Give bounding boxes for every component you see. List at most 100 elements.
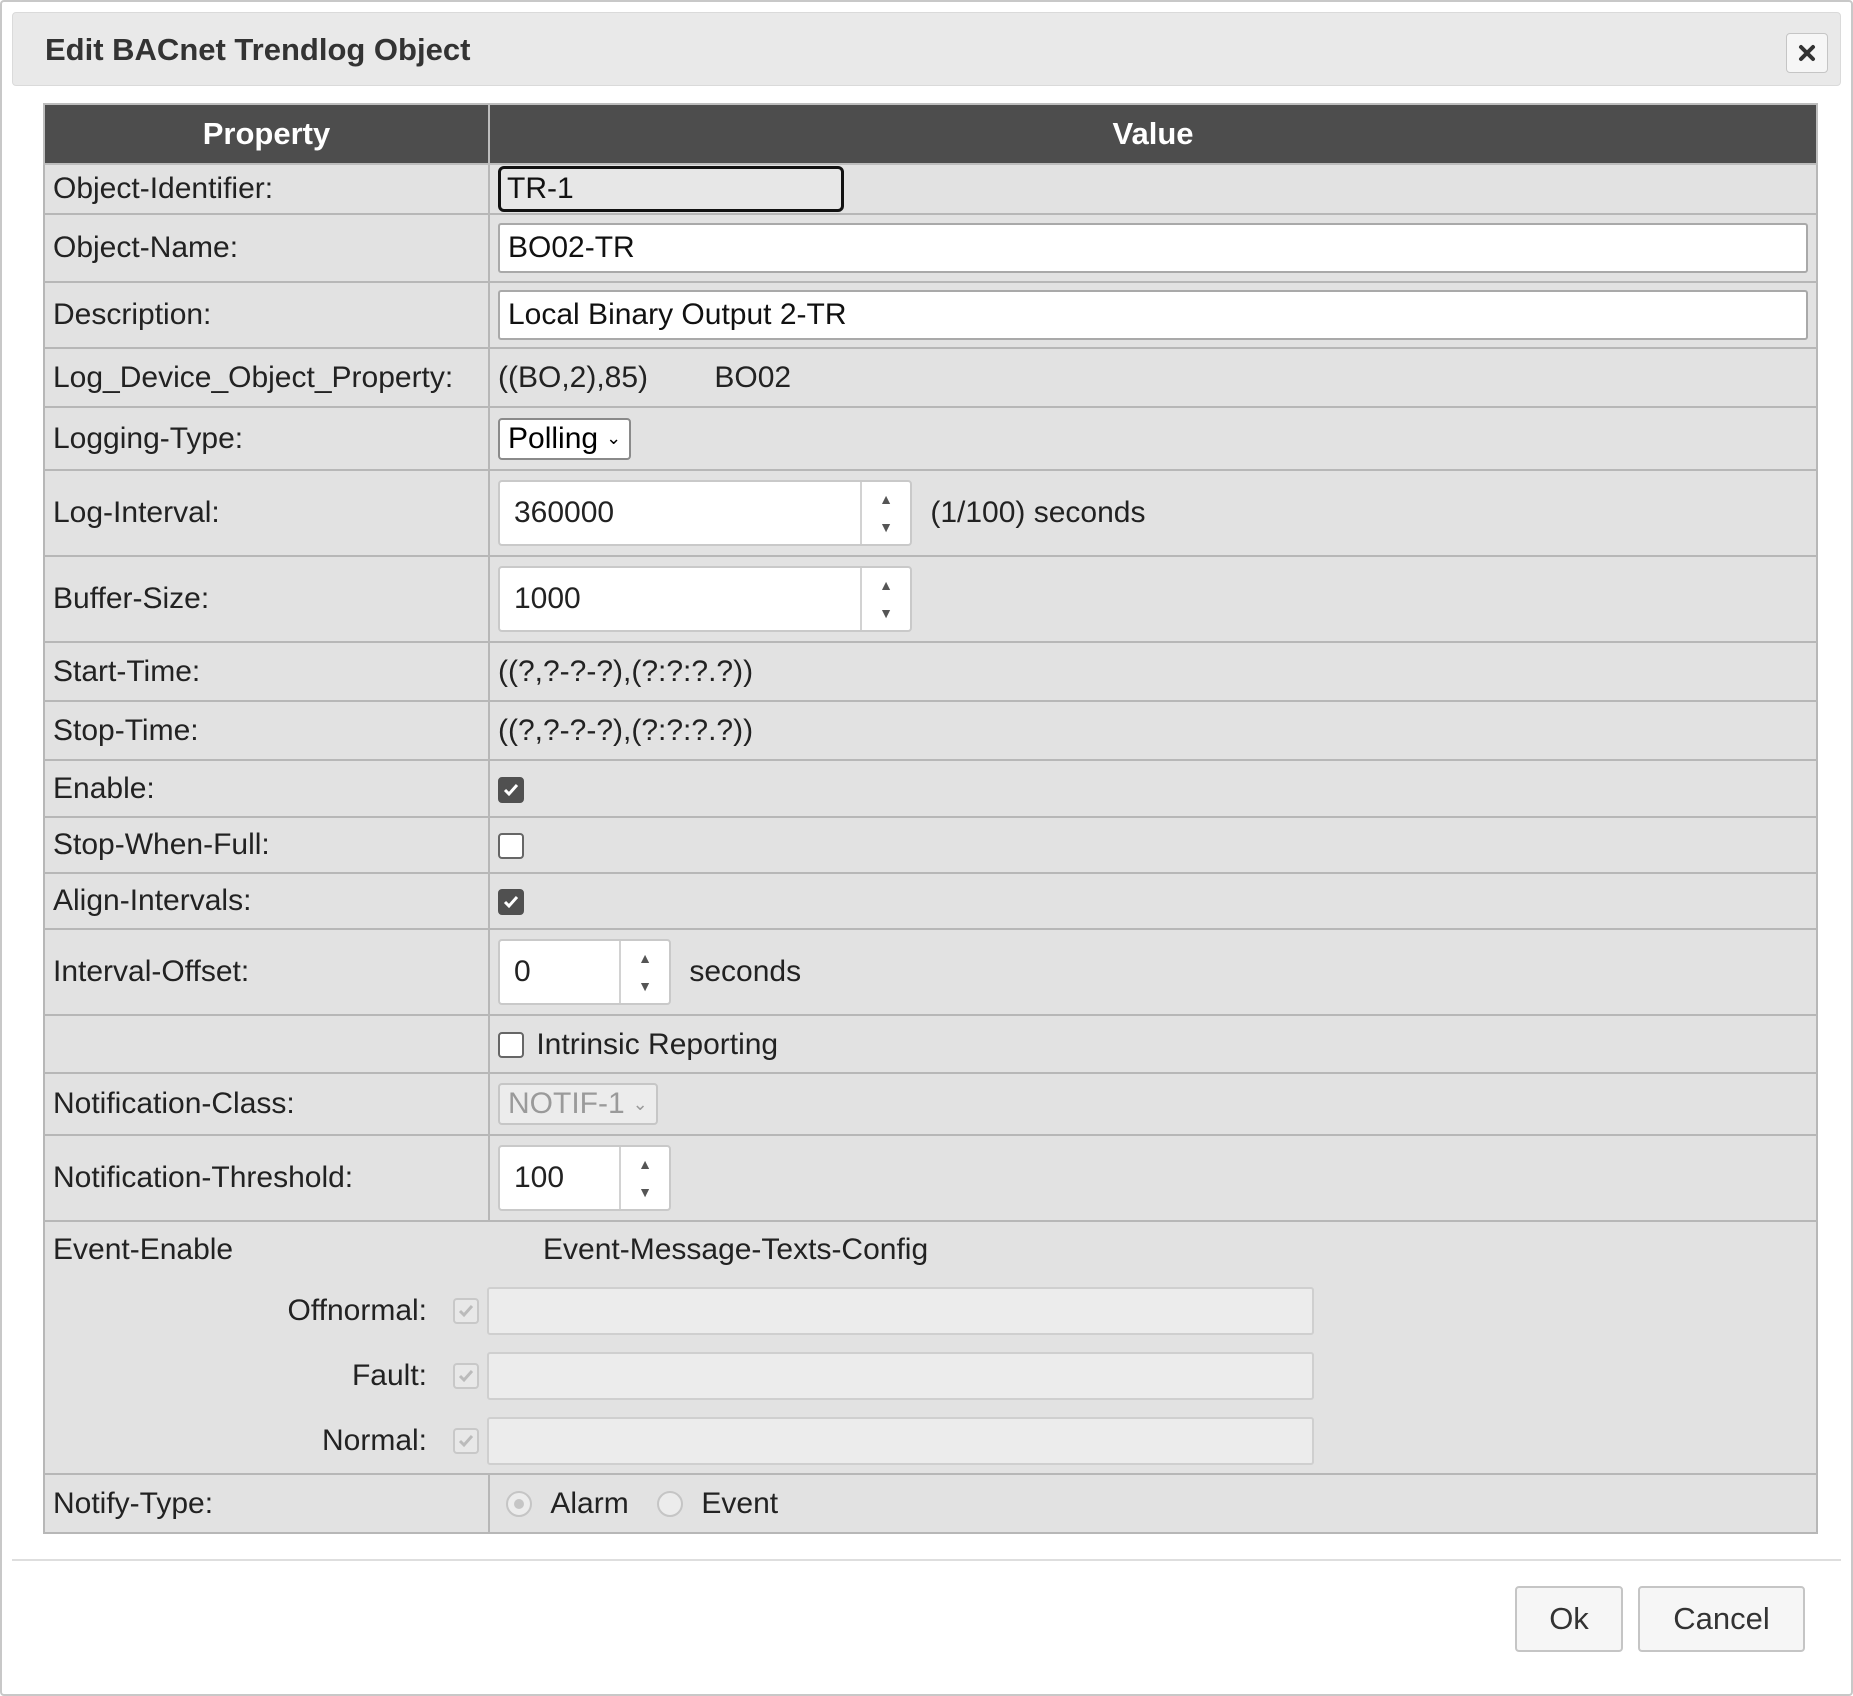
align-intervals-cell [488, 872, 1818, 930]
stepper-arrows[interactable]: ▲ ▼ [860, 482, 910, 544]
description-cell [488, 281, 1818, 349]
event-row-offnormal: Offnormal: [53, 1278, 1808, 1343]
cancel-button[interactable]: Cancel [1638, 1586, 1805, 1652]
fault-text-input[interactable] [487, 1351, 1314, 1400]
table-row: Event-Enable Event-Message-Texts-Config … [43, 1220, 1818, 1475]
table-row: Start-Time: ((?,?-?-?),(?:?:?.?)) [43, 641, 1818, 702]
dialog-titlebar[interactable]: Edit BACnet Trendlog Object [12, 12, 1841, 86]
offnormal-text-input[interactable] [487, 1286, 1314, 1335]
event-enable-cell: Event-Enable Event-Message-Texts-Config … [43, 1220, 1818, 1475]
logging-type-value: Polling [508, 421, 599, 455]
log-interval-stepper[interactable]: 360000 ▲ ▼ [498, 480, 912, 546]
buffer-size-cell: 1000 ▲ ▼ [488, 555, 1818, 643]
interval-offset-cell: 0 ▲ ▼ seconds [488, 928, 1818, 1016]
fault-label: Fault: [351, 1358, 427, 1392]
value-column-header: Value [488, 103, 1818, 165]
event-enable-header: Event-Enable Event-Message-Texts-Config [53, 1222, 1808, 1278]
notification-class-label: Notification-Class: [43, 1072, 490, 1136]
event-radio[interactable] [657, 1491, 684, 1518]
chevron-down-icon: ⌄ [632, 1093, 648, 1114]
chevron-up-icon[interactable]: ▲ [638, 1156, 652, 1172]
offnormal-checkbox[interactable] [453, 1297, 479, 1324]
checkmark-icon [503, 783, 519, 796]
log-interval-unit: (1/100) seconds [930, 496, 1146, 529]
logging-type-cell: Polling ⌄ [488, 406, 1818, 471]
dialog-footer-divider [12, 1559, 1841, 1561]
normal-text-input[interactable] [487, 1416, 1314, 1465]
intrinsic-reporting-label: Intrinsic Reporting [536, 1027, 779, 1061]
object-name-label: Object-Name: [43, 213, 490, 283]
stop-when-full-label: Stop-When-Full: [43, 816, 490, 874]
object-identifier-cell [488, 163, 1818, 215]
table-row: Align-Intervals: [43, 872, 1818, 930]
enable-checkbox[interactable] [498, 776, 524, 803]
object-name-input[interactable] [498, 223, 1808, 273]
buffer-size-label: Buffer-Size: [43, 555, 490, 643]
logging-type-select[interactable]: Polling ⌄ [498, 417, 632, 460]
log-interval-value: 360000 [514, 496, 615, 529]
table-row: Log-Interval: 360000 ▲ ▼ (1/100) seconds [43, 469, 1818, 557]
table-row: Object-Name: [43, 213, 1818, 283]
table-row: Stop-Time: ((?,?-?-?),(?:?:?.?)) [43, 700, 1818, 761]
checkmark-icon [503, 896, 519, 909]
dialog-title: Edit BACnet Trendlog Object [45, 32, 471, 67]
enable-label: Enable: [43, 759, 490, 818]
fault-checkbox[interactable] [453, 1362, 479, 1389]
chevron-up-icon[interactable]: ▲ [879, 491, 893, 507]
table-row: Notify-Type: Alarm Event [43, 1473, 1818, 1534]
chevron-up-icon[interactable]: ▲ [638, 950, 652, 966]
table-row: Buffer-Size: 1000 ▲ ▼ [43, 555, 1818, 643]
table-row: Interval-Offset: 0 ▲ ▼ seconds [43, 928, 1818, 1016]
stop-when-full-checkbox[interactable] [498, 833, 524, 860]
notification-threshold-value: 100 [514, 1161, 565, 1194]
notify-type-cell: Alarm Event [488, 1473, 1818, 1534]
enable-cell [488, 759, 1818, 818]
notification-threshold-stepper[interactable]: 100 ▲ ▼ [498, 1145, 671, 1211]
property-column-header: Property [43, 103, 490, 165]
chevron-up-icon[interactable]: ▲ [879, 577, 893, 593]
notification-class-select[interactable]: NOTIF-1 ⌄ [498, 1083, 658, 1125]
start-time-value: ((?,?-?-?),(?:?:?.?)) [488, 641, 1818, 702]
object-identifier-input[interactable] [498, 166, 844, 212]
notification-class-cell: NOTIF-1 ⌄ [488, 1072, 1818, 1136]
intrinsic-reporting-cell: Intrinsic Reporting [488, 1014, 1818, 1074]
stepper-arrows[interactable]: ▲ ▼ [860, 568, 910, 630]
event-message-texts-config-label: Event-Message-Texts-Config [543, 1233, 929, 1266]
table-row: Stop-When-Full: [43, 816, 1818, 874]
log-device-object-property-label: Log_Device_Object_Property: [43, 347, 490, 408]
stop-when-full-cell [488, 816, 1818, 874]
interval-offset-stepper[interactable]: 0 ▲ ▼ [498, 939, 671, 1005]
stepper-arrows[interactable]: ▲ ▼ [619, 1147, 669, 1209]
start-time-label: Start-Time: [43, 641, 490, 702]
description-input[interactable] [498, 290, 1808, 340]
event-row-fault: Fault: [53, 1343, 1808, 1408]
object-name-cell [488, 213, 1818, 283]
stop-time-value: ((?,?-?-?),(?:?:?.?)) [488, 700, 1818, 761]
close-button[interactable] [1786, 33, 1828, 73]
normal-label: Normal: [321, 1423, 427, 1457]
normal-checkbox[interactable] [453, 1427, 479, 1454]
dialog-content: Property Value Object-Identifier: Object… [43, 103, 1818, 1534]
chevron-down-icon[interactable]: ▼ [879, 519, 893, 535]
chevron-down-icon[interactable]: ▼ [638, 978, 652, 994]
chevron-down-icon[interactable]: ▼ [638, 1184, 652, 1200]
table-row: Description: [43, 281, 1818, 349]
alarm-radio[interactable] [506, 1491, 532, 1518]
chevron-down-icon: ⌄ [606, 428, 622, 448]
log-device-object-property-cell: ((BO,2),85) BO02 [488, 347, 1818, 408]
log-device-object-name: BO02 [714, 360, 792, 394]
property-table: Property Value Object-Identifier: Object… [43, 103, 1818, 1534]
notification-threshold-label: Notification-Threshold: [43, 1134, 490, 1222]
align-intervals-checkbox[interactable] [498, 889, 524, 916]
notify-type-label: Notify-Type: [43, 1473, 490, 1534]
alarm-label: Alarm [550, 1487, 629, 1521]
chevron-down-icon[interactable]: ▼ [879, 605, 893, 621]
interval-offset-unit: seconds [689, 955, 802, 988]
intrinsic-reporting-checkbox[interactable] [498, 1031, 524, 1058]
log-interval-cell: 360000 ▲ ▼ (1/100) seconds [488, 469, 1818, 557]
align-intervals-label: Align-Intervals: [43, 872, 490, 930]
ok-button[interactable]: Ok [1515, 1586, 1623, 1652]
table-row: Logging-Type: Polling ⌄ [43, 406, 1818, 471]
stepper-arrows[interactable]: ▲ ▼ [619, 941, 669, 1003]
buffer-size-stepper[interactable]: 1000 ▲ ▼ [498, 566, 912, 632]
